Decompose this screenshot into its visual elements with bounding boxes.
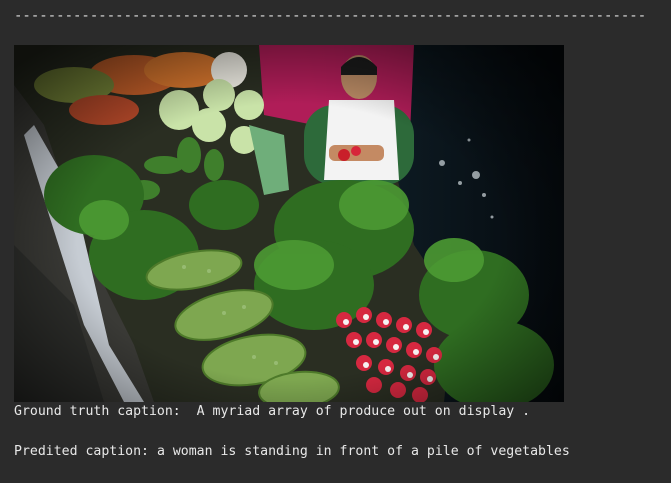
ground-truth-label: Ground truth caption:: [14, 404, 181, 419]
predicted-caption: Predited caption: a woman is standing in…: [14, 444, 570, 460]
predicted-text: a woman is standing in front of a pile o…: [156, 444, 570, 459]
ground-truth-text: A myriad array of produce out on display…: [196, 404, 531, 419]
separator-line: ----------------------------------------…: [14, 8, 644, 24]
market-produce-photo: [14, 45, 564, 402]
predicted-label: Predited caption:: [14, 444, 149, 459]
ground-truth-caption: Ground truth caption: A myriad array of …: [14, 404, 530, 420]
